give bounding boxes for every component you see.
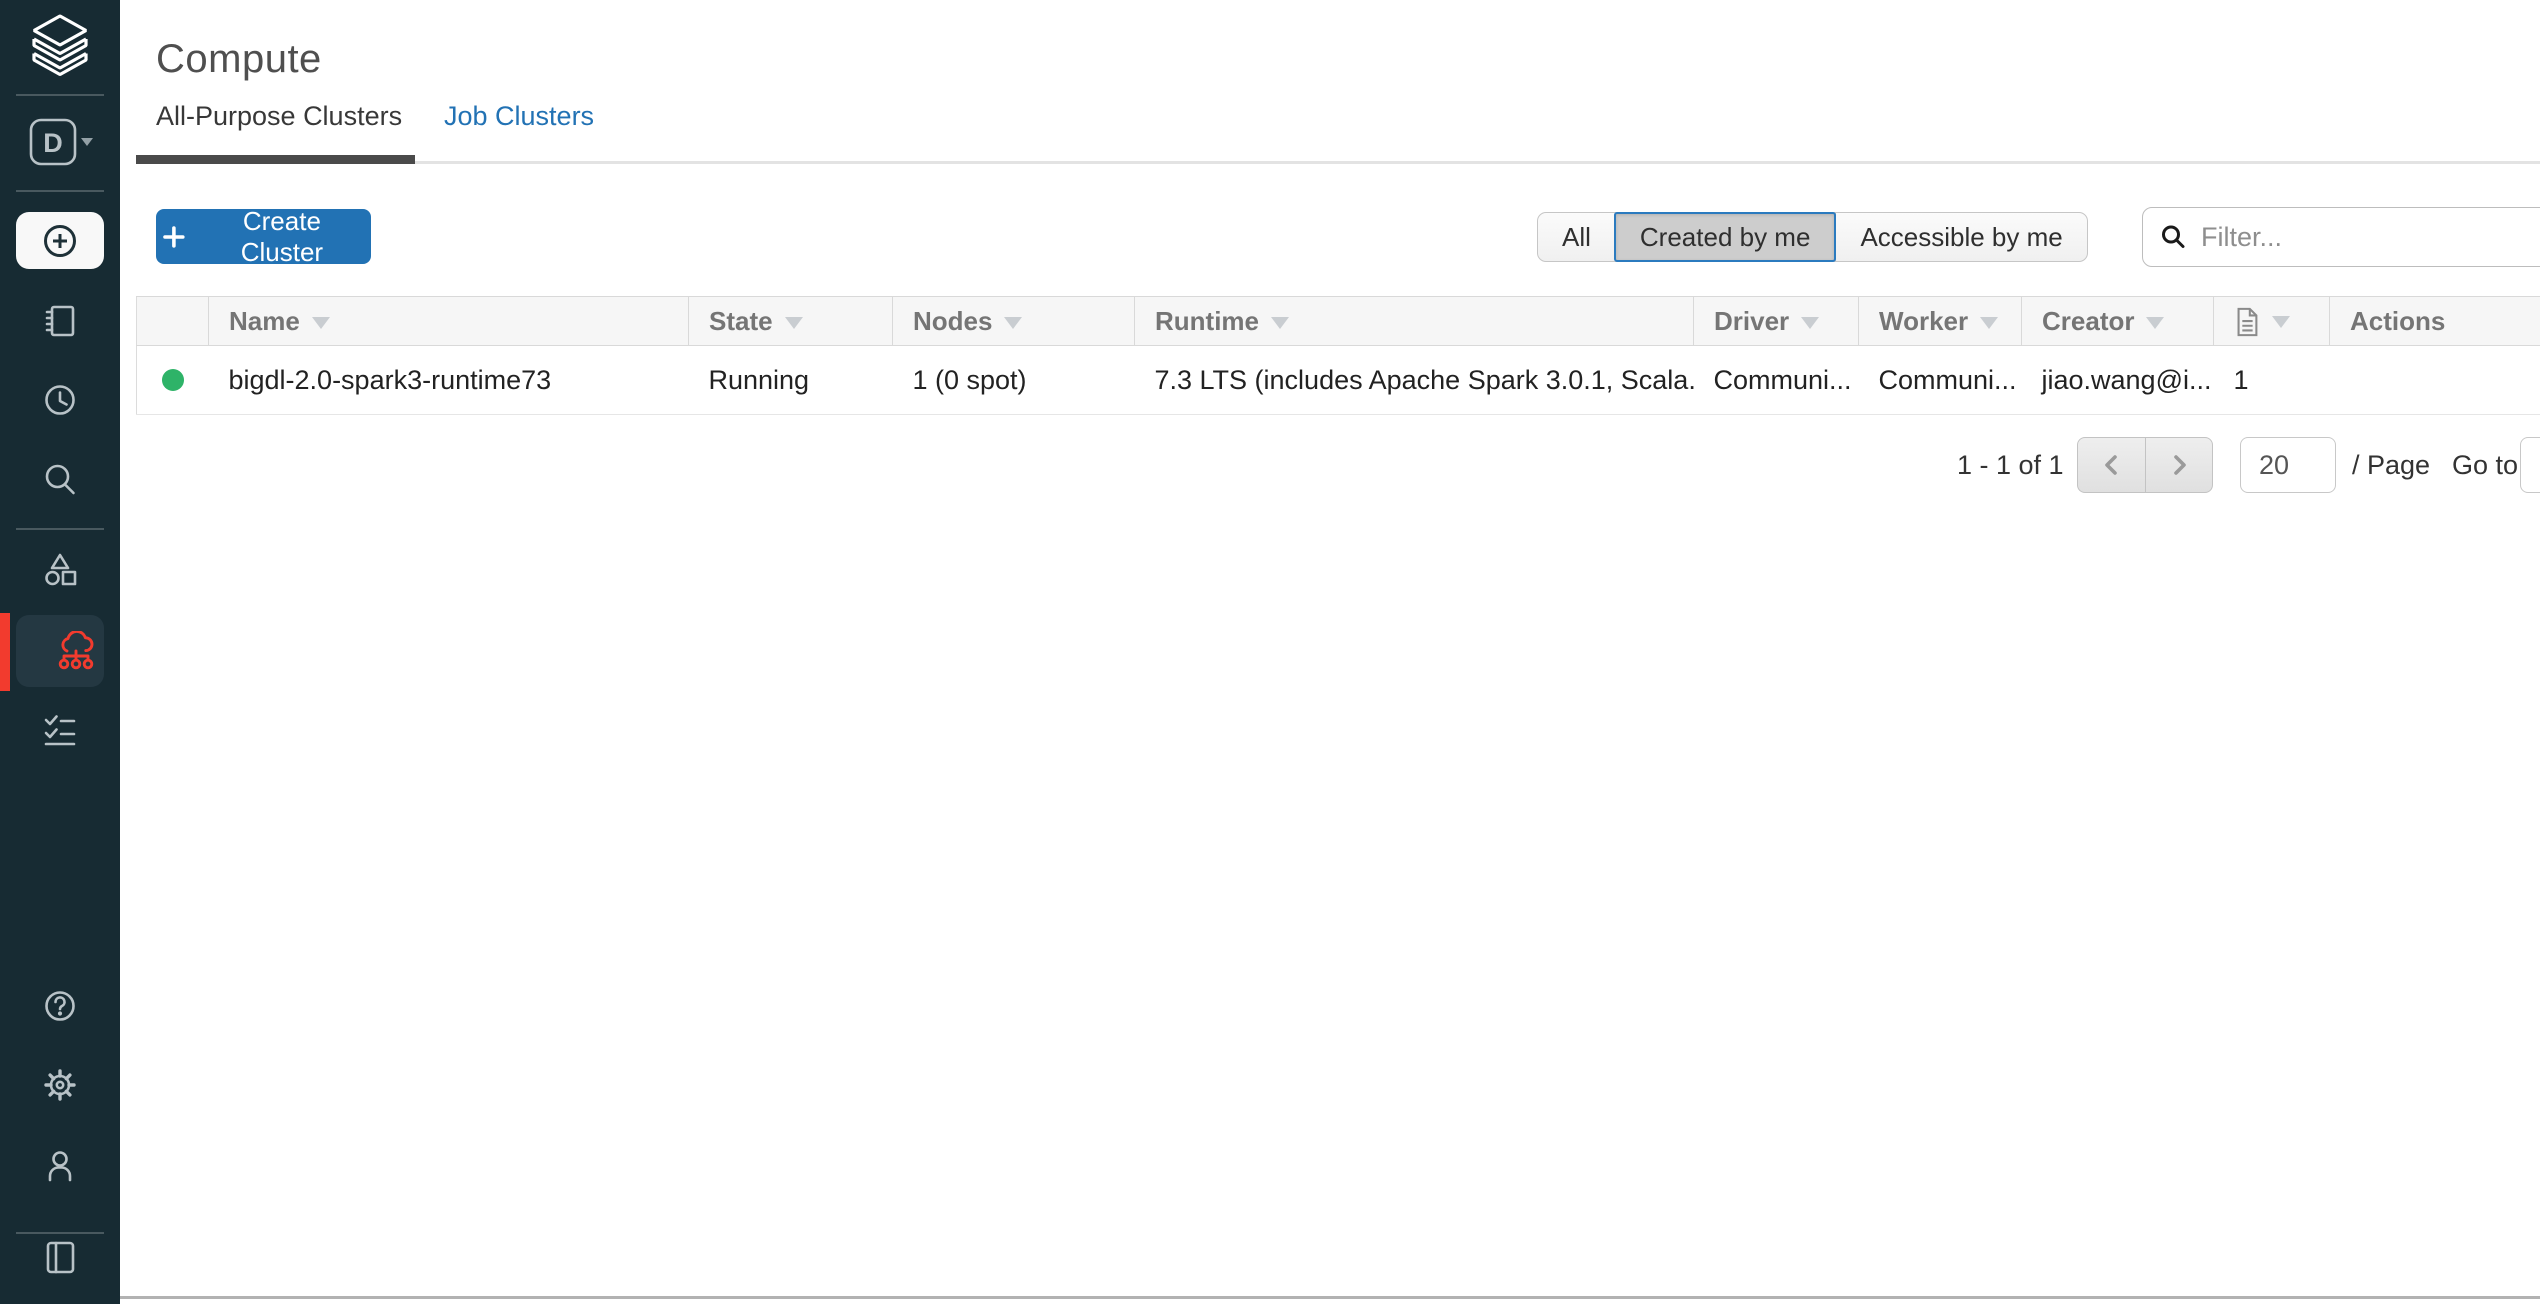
sidebar-item-create[interactable] <box>16 212 104 269</box>
sidebar-item-data[interactable] <box>0 550 120 590</box>
column-status <box>137 297 209 346</box>
column-worker[interactable]: Worker <box>1859 297 2022 346</box>
cluster-runtime-cell: 7.3 LTS (includes Apache Spark 3.0.1, Sc… <box>1135 346 1694 415</box>
sort-icon <box>1271 317 1289 329</box>
sidebar-item-compute[interactable] <box>16 615 104 687</box>
column-nodes[interactable]: Nodes <box>893 297 1135 346</box>
per-page-label: / Page <box>2352 437 2430 493</box>
pagination-pager <box>2077 437 2213 493</box>
checklist-icon <box>40 709 80 749</box>
running-status-dot <box>162 369 184 391</box>
sidebar-item-help[interactable] <box>0 986 120 1026</box>
column-runtime[interactable]: Runtime <box>1135 297 1694 346</box>
sort-icon <box>2272 316 2290 328</box>
tab-all-purpose-clusters[interactable]: All-Purpose Clusters <box>156 101 402 132</box>
clock-icon <box>40 380 80 420</box>
active-tab-underline <box>136 155 415 164</box>
page-title: Compute <box>156 35 322 83</box>
plus-circle-icon <box>39 220 81 262</box>
sidebar-divider <box>16 528 104 530</box>
plus-icon <box>162 225 186 249</box>
sidebar-item-jobs[interactable] <box>0 709 120 749</box>
workspace-initial: D <box>43 128 63 158</box>
databricks-logo[interactable] <box>0 10 120 82</box>
scope-filter-group: All Created by me Accessible by me <box>1537 212 2088 262</box>
sidebar-divider <box>16 190 104 192</box>
column-name[interactable]: Name <box>209 297 689 346</box>
pagination-range: 1 - 1 of 1 <box>1957 437 2064 493</box>
table-header-row: Name State Nodes Runtime Driver Worker C… <box>137 297 2540 346</box>
gear-icon <box>40 1065 80 1105</box>
goto-label: Go to <box>2452 437 2518 493</box>
main-content: Compute All-Purpose Clusters Job Cluster… <box>120 0 2540 1304</box>
scope-created-by-me-button[interactable]: Created by me <box>1614 212 1837 262</box>
previous-page-button[interactable] <box>2077 437 2145 493</box>
sort-icon <box>1801 317 1819 329</box>
sidebar-item-search[interactable] <box>0 460 120 500</box>
notebooks-document-icon <box>2234 307 2260 337</box>
sort-icon <box>312 317 330 329</box>
sort-icon <box>1004 317 1022 329</box>
goto-page-input[interactable] <box>2520 437 2540 493</box>
filter-input[interactable] <box>2199 221 2503 254</box>
collapse-sidebar-button[interactable] <box>0 1237 120 1277</box>
workspace-switcher[interactable]: D <box>0 116 120 168</box>
column-state[interactable]: State <box>689 297 893 346</box>
chevron-down-icon <box>81 138 93 146</box>
cluster-state-cell: Running <box>689 346 893 415</box>
cluster-notebooks-cell: 1 <box>2214 346 2330 415</box>
column-creator[interactable]: Creator <box>2022 297 2214 346</box>
cluster-actions-cell <box>2330 346 2540 415</box>
tab-bar-baseline <box>136 161 2540 164</box>
cluster-worker-cell: Communi... <box>1859 346 2022 415</box>
chevron-right-icon <box>2166 452 2192 478</box>
sort-icon <box>2146 317 2164 329</box>
cluster-nodes-cell: 1 (0 spot) <box>893 346 1135 415</box>
chevron-left-icon <box>2099 452 2125 478</box>
filter-input-container <box>2142 207 2540 267</box>
create-cluster-label: Create Cluster <box>199 206 365 268</box>
sidebar-item-settings[interactable] <box>0 1065 120 1105</box>
cluster-creator-cell: jiao.wang@i... <box>2022 346 2214 415</box>
column-notebooks[interactable] <box>2214 297 2330 346</box>
active-item-indicator <box>0 613 10 691</box>
compute-cluster-icon <box>54 631 98 675</box>
sidebar-divider <box>16 94 104 96</box>
user-icon <box>40 1146 80 1186</box>
tab-job-clusters[interactable]: Job Clusters <box>444 101 594 132</box>
sidebar-item-account[interactable] <box>0 1146 120 1186</box>
next-page-button[interactable] <box>2145 437 2213 493</box>
panel-left-icon <box>40 1237 80 1277</box>
sidebar: D <box>0 0 120 1304</box>
sort-icon <box>1980 317 1998 329</box>
create-cluster-button[interactable]: Create Cluster <box>156 209 371 264</box>
column-driver[interactable]: Driver <box>1694 297 1859 346</box>
search-icon <box>2159 223 2187 251</box>
search-icon <box>40 460 80 500</box>
page-size-input[interactable] <box>2240 437 2336 493</box>
clusters-table: Name State Nodes Runtime Driver Worker C… <box>136 296 2540 415</box>
notebook-icon <box>40 301 80 341</box>
sidebar-item-recents[interactable] <box>0 380 120 420</box>
shapes-icon <box>40 550 80 590</box>
sidebar-item-workspace[interactable] <box>0 301 120 341</box>
cluster-driver-cell: Communi... <box>1694 346 1859 415</box>
sort-icon <box>785 317 803 329</box>
cluster-status-cell <box>137 346 209 415</box>
cluster-row: bigdl-2.0-spark3-runtime73 Running 1 (0 … <box>137 346 2540 415</box>
horizontal-scrollbar[interactable] <box>120 1296 2540 1299</box>
scope-accessible-by-me-button[interactable]: Accessible by me <box>1835 213 2086 261</box>
column-actions: Actions <box>2330 297 2540 346</box>
scope-all-button[interactable]: All <box>1538 213 1615 261</box>
help-icon <box>40 986 80 1026</box>
cluster-name-cell[interactable]: bigdl-2.0-spark3-runtime73 <box>209 346 689 415</box>
sidebar-divider <box>16 1232 104 1234</box>
